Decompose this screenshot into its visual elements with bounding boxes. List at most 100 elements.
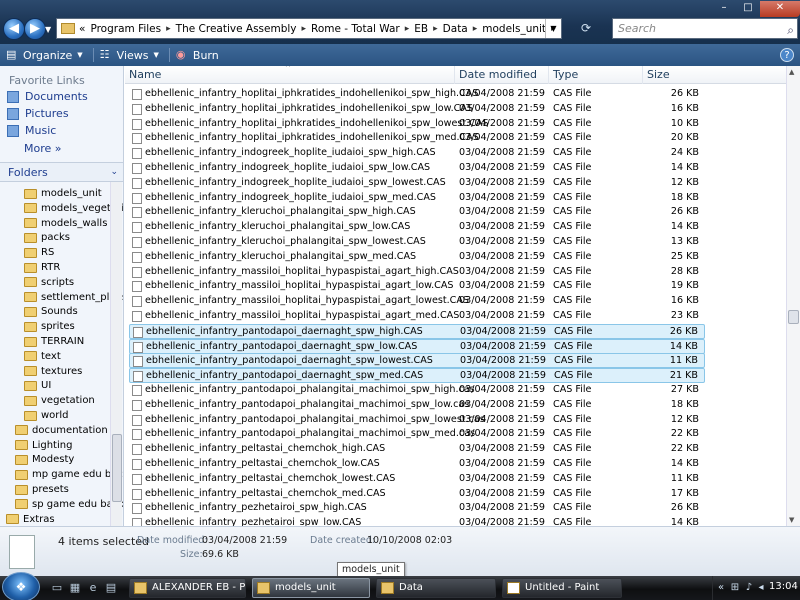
file-row[interactable]: ebhellenic_infantry_massiloi_hoplitai_hy… xyxy=(129,265,705,280)
task-button-models-unit[interactable]: models_unit xyxy=(252,578,370,598)
folder-tree-item[interactable]: vegetation xyxy=(24,393,95,408)
file-row[interactable]: ebhellenic_infantry_pantodapoi_daernaght… xyxy=(129,353,705,369)
folder-tree-item[interactable]: text xyxy=(24,349,61,364)
task-button-data[interactable]: Data xyxy=(376,578,496,598)
folder-tree-item[interactable]: models_unit xyxy=(24,186,102,201)
speaker-icon[interactable]: ◂ xyxy=(755,582,767,594)
file-row[interactable]: ebhellenic_infantry_pantodapoi_daernaght… xyxy=(129,338,705,354)
folder-tree-item[interactable]: mp game edu bac xyxy=(15,467,123,482)
file-row[interactable]: ebhellenic_infantry_pantodapoi_phalangit… xyxy=(129,383,705,398)
folders-toggle[interactable]: Folders ⌄ xyxy=(0,162,123,182)
recent-pages-dropdown[interactable]: ▼ xyxy=(45,25,53,34)
breadcrumb-item[interactable]: EB xyxy=(414,23,428,35)
scroll-down-icon[interactable]: ▼ xyxy=(789,516,794,524)
file-row[interactable]: ebhellenic_infantry_indogreek_hoplite_iu… xyxy=(129,176,705,191)
folder-tree-item[interactable]: packs xyxy=(24,230,70,245)
folder-tree-item[interactable]: sp game edu back xyxy=(15,497,123,512)
file-row[interactable]: ebhellenic_infantry_kleruchoi_phalangita… xyxy=(129,220,705,235)
close-button[interactable]: ✕ xyxy=(760,1,800,17)
folder-tree-item[interactable]: sprites xyxy=(24,319,75,334)
search-input[interactable]: Search ⌕ xyxy=(612,18,798,39)
file-row[interactable]: ebhellenic_infantry_indogreek_hoplite_iu… xyxy=(129,161,705,176)
file-row[interactable]: ebhellenic_infantry_pantodapoi_phalangit… xyxy=(129,427,705,442)
start-button[interactable]: ❖ xyxy=(2,572,40,600)
folder-tree-item[interactable]: models_walls xyxy=(24,216,107,231)
switch-windows-icon[interactable]: ▦ xyxy=(68,581,82,595)
breadcrumb-item[interactable]: models_unit xyxy=(482,23,546,35)
more-links-button[interactable]: More » xyxy=(0,139,123,159)
file-row[interactable]: ebhellenic_infantry_hoplitai_iphkratides… xyxy=(129,102,705,117)
column-header-type[interactable]: Type xyxy=(549,66,643,84)
folder-tree-item[interactable]: Extras xyxy=(6,512,55,526)
folder-tree-scrollbar[interactable] xyxy=(110,182,122,526)
breadcrumb-separator-icon[interactable]: ▸ xyxy=(405,24,410,34)
task-button-paint[interactable]: Untitled - Paint xyxy=(502,578,622,598)
file-row[interactable]: ebhellenic_infantry_pantodapoi_phalangit… xyxy=(129,398,705,413)
file-row[interactable]: ebhellenic_infantry_kleruchoi_phalangita… xyxy=(129,205,705,220)
folder-tree-item[interactable]: RS xyxy=(24,245,54,260)
folder-tree-item[interactable]: TERRAIN xyxy=(24,334,84,349)
file-row[interactable]: ebhellenic_infantry_hoplitai_iphkratides… xyxy=(129,131,705,146)
file-row[interactable]: ebhellenic_infantry_pantodapoi_daernaght… xyxy=(129,368,705,384)
file-row[interactable]: ebhellenic_infantry_kleruchoi_phalangita… xyxy=(129,250,705,265)
breadcrumb-separator-icon[interactable]: ▸ xyxy=(302,24,307,34)
tray-expand-icon[interactable]: « xyxy=(715,582,727,594)
file-row[interactable]: ebhellenic_infantry_pantodapoi_daernaght… xyxy=(129,323,705,339)
refresh-button[interactable]: ⟳ xyxy=(566,18,606,39)
file-row[interactable]: ebhellenic_infantry_hoplitai_iphkratides… xyxy=(129,87,705,102)
file-row[interactable]: ebhellenic_infantry_peltastai_chemchok_m… xyxy=(129,487,705,502)
clock[interactable]: 13:04 xyxy=(769,581,798,592)
search-icon[interactable]: ⌕ xyxy=(787,21,794,40)
file-row[interactable]: ebhellenic_infantry_massiloi_hoplitai_hy… xyxy=(129,309,705,324)
folder-tree-item[interactable]: scripts xyxy=(24,275,74,290)
scroll-up-icon[interactable]: ▲ xyxy=(789,68,794,76)
file-row[interactable]: ebhellenic_infantry_peltastai_chemchok_l… xyxy=(129,457,705,472)
folder-tree-item[interactable]: settlement_plans xyxy=(24,290,123,305)
file-row[interactable]: ebhellenic_infantry_pantodapoi_phalangit… xyxy=(129,413,705,428)
folder-tree-item[interactable]: textures xyxy=(24,364,82,379)
breadcrumb-item[interactable]: Program Files xyxy=(90,23,161,35)
folder-tree-item[interactable]: documentation xyxy=(15,423,108,438)
quicklaunch-folder-icon[interactable]: ▤ xyxy=(104,581,118,595)
internet-explorer-icon[interactable]: e xyxy=(86,581,100,595)
help-icon[interactable]: ? xyxy=(780,48,794,62)
file-row[interactable]: ebhellenic_infantry_massiloi_hoplitai_hy… xyxy=(129,279,705,294)
maximize-button[interactable]: □ xyxy=(736,1,760,17)
folder-tree-item[interactable]: Sounds xyxy=(24,304,78,319)
column-header-date[interactable]: Date modified xyxy=(455,66,549,84)
minimize-button[interactable]: – xyxy=(712,1,736,17)
breadcrumb-item[interactable]: Rome - Total War xyxy=(311,23,400,35)
breadcrumb[interactable]: « Program Files ▸ The Creative Assembly ▸ … xyxy=(56,18,562,39)
organize-button[interactable]: ▤ Organize ▼ xyxy=(0,44,93,66)
file-row[interactable]: ebhellenic_infantry_pezhetairoi_spw_high… xyxy=(129,501,705,516)
address-dropdown-icon[interactable]: ▼ xyxy=(545,19,561,38)
scrollbar-thumb[interactable] xyxy=(788,310,799,324)
back-button[interactable]: ◀ xyxy=(3,18,25,40)
favorite-link-pictures[interactable]: Pictures xyxy=(0,105,123,122)
favorite-link-documents[interactable]: Documents xyxy=(0,88,123,105)
folder-tree-item[interactable]: Lighting xyxy=(15,438,72,453)
file-row[interactable]: ebhellenic_infantry_peltastai_chemchok_h… xyxy=(129,442,705,457)
favorite-link-music[interactable]: Music xyxy=(0,122,123,139)
file-row[interactable]: ebhellenic_infantry_hoplitai_iphkratides… xyxy=(129,117,705,132)
file-row[interactable]: ebhellenic_infantry_indogreek_hoplite_iu… xyxy=(129,146,705,161)
burn-button[interactable]: ◉ Burn xyxy=(170,44,229,66)
show-desktop-icon[interactable]: ▭ xyxy=(50,581,64,595)
file-row[interactable]: ebhellenic_infantry_pezhetairoi_spw_low.… xyxy=(129,516,705,526)
breadcrumb-item[interactable]: The Creative Assembly xyxy=(176,23,297,35)
breadcrumb-separator-icon[interactable]: ▸ xyxy=(433,24,438,34)
scrollbar-thumb[interactable] xyxy=(112,434,122,502)
breadcrumb-item[interactable]: Data xyxy=(443,23,468,35)
file-row[interactable]: ebhellenic_infantry_peltastai_chemchok_l… xyxy=(129,472,705,487)
breadcrumb-separator-icon[interactable]: ▸ xyxy=(473,24,478,34)
folder-tree-item[interactable]: world xyxy=(24,408,69,423)
file-row[interactable]: ebhellenic_infantry_kleruchoi_phalangita… xyxy=(129,235,705,250)
folder-tree-item[interactable]: UI xyxy=(24,378,51,393)
file-row[interactable]: ebhellenic_infantry_indogreek_hoplite_iu… xyxy=(129,191,705,206)
folder-tree-item[interactable]: presets xyxy=(15,482,69,497)
forward-button[interactable]: ▶ xyxy=(24,18,46,40)
folder-tree-item[interactable]: RTR xyxy=(24,260,60,275)
column-header-size[interactable]: Size xyxy=(643,66,786,84)
breadcrumb-separator-icon[interactable]: ▸ xyxy=(166,24,171,34)
task-button-alexander-eb[interactable]: ALEXANDER EB - Pa... xyxy=(129,578,246,598)
